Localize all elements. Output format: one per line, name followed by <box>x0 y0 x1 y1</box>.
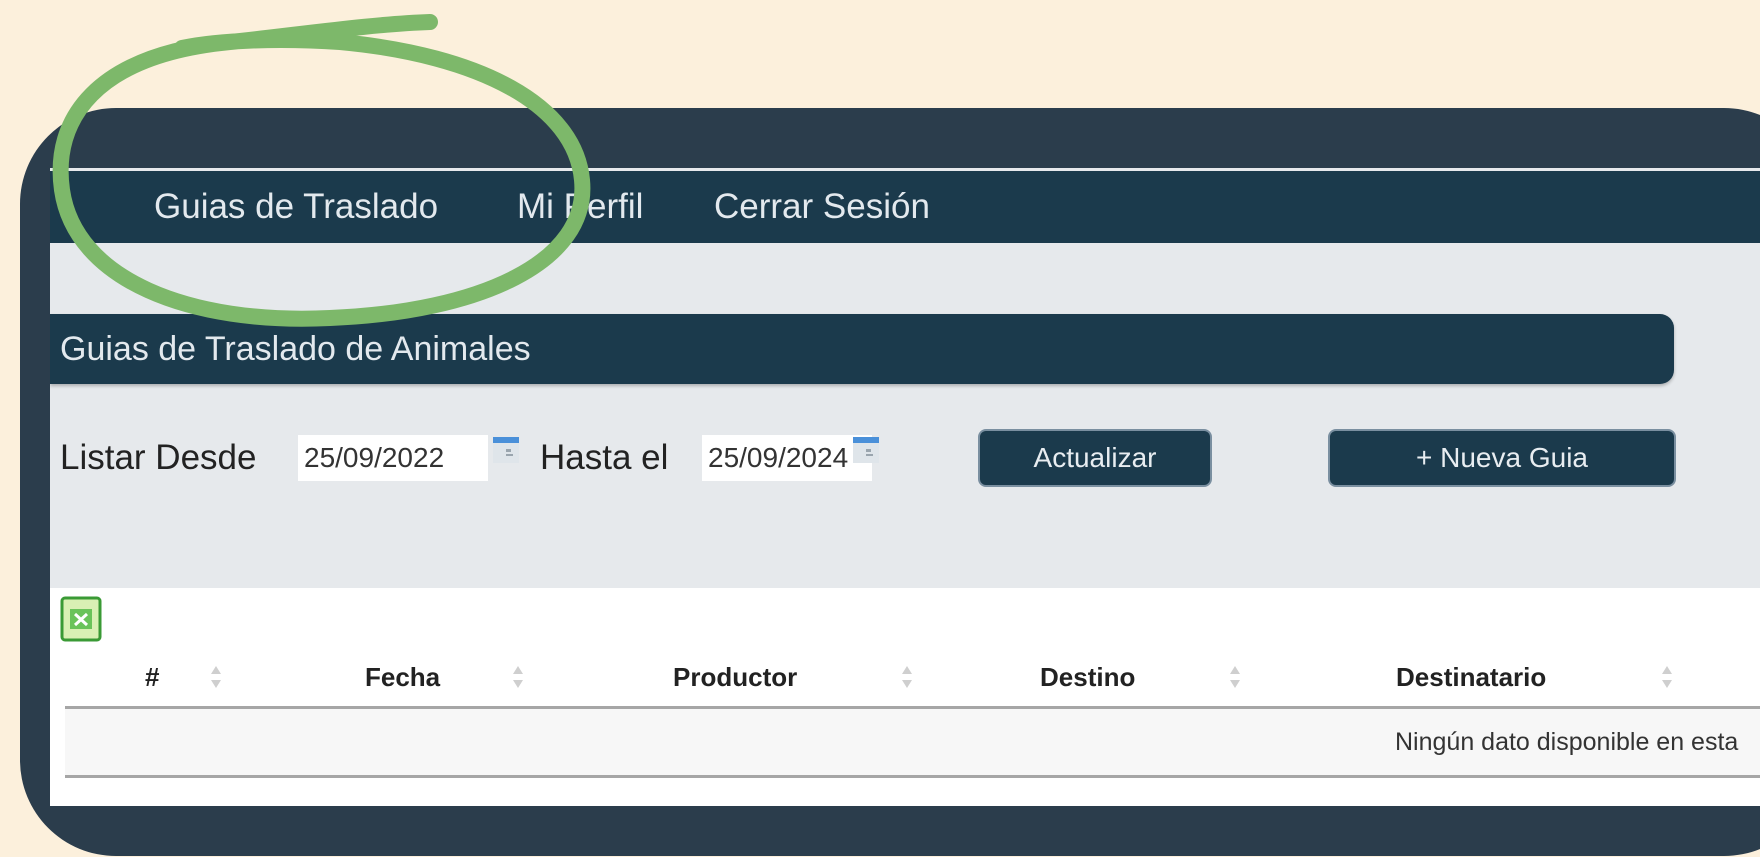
sort-icon[interactable] <box>209 664 223 690</box>
app-screen: Guias de Traslado Mi Perfil Cerrar Sesió… <box>50 168 1760 806</box>
sort-icon[interactable] <box>1660 664 1674 690</box>
nav-mi-perfil[interactable]: Mi Perfil <box>517 171 643 243</box>
update-button[interactable]: Actualizar <box>978 429 1212 487</box>
from-date-input[interactable] <box>298 435 488 481</box>
from-date-label: Listar Desde <box>60 438 257 477</box>
to-date-input[interactable] <box>702 435 872 481</box>
to-date-label: Hasta el <box>540 438 669 477</box>
column-header-number[interactable]: # <box>145 652 159 702</box>
column-header-productor[interactable]: Productor <box>673 652 797 702</box>
top-navbar: Guias de Traslado Mi Perfil Cerrar Sesió… <box>50 171 1760 243</box>
table-row: Ningún dato disponible en esta <box>65 709 1760 775</box>
nav-cerrar-sesion[interactable]: Cerrar Sesión <box>714 171 930 243</box>
calendar-icon[interactable] <box>492 434 520 468</box>
column-header-destinatario[interactable]: Destinatario <box>1396 652 1546 702</box>
column-header-fecha[interactable]: Fecha <box>365 652 440 702</box>
page-title-bar: Guias de Traslado de Animales <box>50 314 1674 384</box>
nav-guias-de-traslado[interactable]: Guias de Traslado <box>154 171 438 243</box>
table-footer-divider <box>65 775 1760 778</box>
table-panel: # Fecha Productor Destino Destinatario N… <box>50 588 1760 806</box>
new-guide-button[interactable]: + Nueva Guia <box>1328 429 1676 487</box>
sort-icon[interactable] <box>900 664 914 690</box>
column-header-destino[interactable]: Destino <box>1040 652 1135 702</box>
page-title: Guias de Traslado de Animales <box>60 330 531 368</box>
calendar-icon[interactable] <box>852 434 880 468</box>
empty-table-message: Ningún dato disponible en esta <box>1395 728 1739 756</box>
sort-icon[interactable] <box>1228 664 1242 690</box>
sort-icon[interactable] <box>511 664 525 690</box>
excel-export-icon[interactable] <box>60 596 102 642</box>
